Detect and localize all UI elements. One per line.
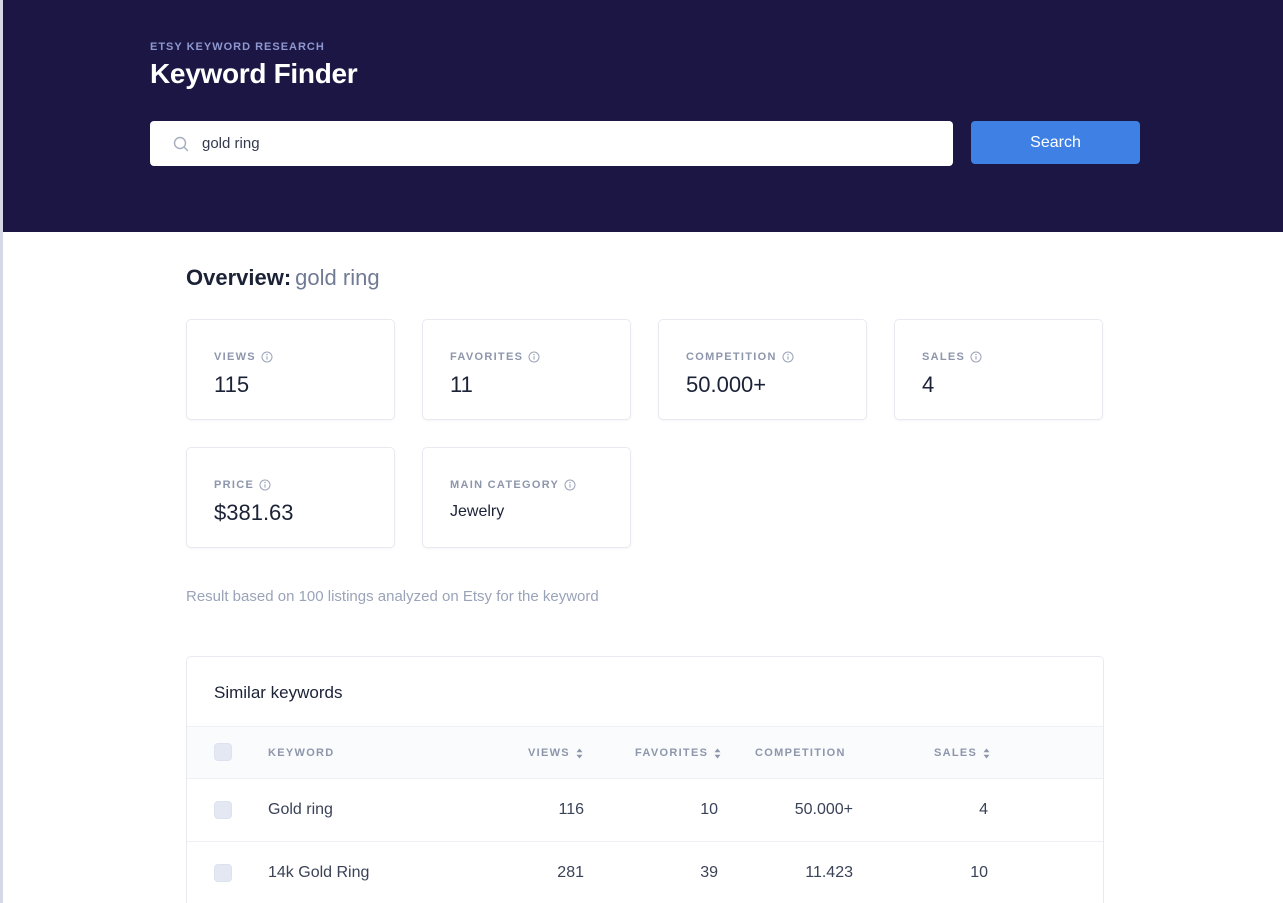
table-row[interactable]: 14k Gold Ring 281 39 11.423 10 [187,842,1103,903]
keyword-cell[interactable]: Gold ring [268,801,333,819]
row-checkbox[interactable] [214,801,232,819]
views-cell: 116 [558,801,584,818]
info-icon[interactable] [528,351,540,363]
favorites-cell: 39 [700,864,718,881]
search-input[interactable] [202,135,902,152]
eyebrow-label: ETSY KEYWORD RESEARCH [150,41,325,53]
sort-icon[interactable] [714,748,721,759]
info-icon[interactable] [970,351,982,363]
search-button[interactable]: Search [971,121,1140,164]
result-note: Result based on 100 listings analyzed on… [186,588,599,605]
competition-cell: 50.000+ [794,801,853,818]
stat-value-views: 115 [214,372,250,397]
stat-label-competition: COMPETITION [686,351,777,363]
stat-label-price: PRICE [214,479,255,491]
stat-value-sales: 4 [922,372,935,397]
stat-card-views: VIEWS 115 [186,319,395,420]
info-icon[interactable] [782,351,794,363]
stat-card-favorites: FAVORITES 11 [422,319,631,420]
overview-label: Overview: [186,265,292,290]
stat-label-views: VIEWS [214,351,256,363]
stat-label-favorites: FAVORITES [450,351,524,363]
search-box[interactable] [150,121,953,166]
row-checkbox[interactable] [214,864,232,882]
table-row[interactable]: Gold ring 116 10 50.000+ 4 [187,779,1103,842]
overview-heading: Overview: gold ring [186,265,380,291]
column-header-sales[interactable]: SALES [934,747,990,759]
stat-label-sales: SALES [922,351,966,363]
info-icon[interactable] [564,479,576,491]
header-banner: ETSY KEYWORD RESEARCH Keyword Finder Sea… [3,0,1283,232]
sort-icon[interactable] [983,748,990,759]
column-header-favorites[interactable]: FAVORITES [635,747,721,759]
sort-icon[interactable] [576,748,583,759]
views-cell: 281 [557,864,584,881]
column-header-keyword: KEYWORD [268,747,335,759]
table-header: KEYWORD VIEWS FAVORITES COMPETITION SALE… [187,726,1103,779]
search-icon [172,135,189,152]
select-all-checkbox[interactable] [214,743,232,761]
stat-card-price: PRICE $381.63 [186,447,395,548]
page-title: Keyword Finder [150,58,358,89]
stat-card-main-category: MAIN CATEGORY Jewelry [422,447,631,548]
column-header-competition: COMPETITION [755,747,846,759]
keyword-cell[interactable]: 14k Gold Ring [268,864,369,882]
column-header-views[interactable]: VIEWS [528,747,583,759]
stat-value-favorites: 11 [450,372,473,397]
sales-cell: 10 [970,864,988,881]
panel-title: Similar keywords [214,683,343,702]
stat-card-competition: COMPETITION 50.000+ [658,319,867,420]
stat-card-sales: SALES 4 [894,319,1103,420]
competition-cell: 11.423 [805,864,853,881]
stat-value-price: $381.63 [214,500,294,525]
similar-keywords-panel: Similar keywords KEYWORD VIEWS FAVORITES… [186,656,1104,903]
overview-keyword: gold ring [295,265,380,290]
sales-cell: 4 [979,801,988,818]
favorites-cell: 10 [700,801,718,818]
info-icon[interactable] [261,351,273,363]
stat-label-main-category: MAIN CATEGORY [450,479,560,491]
stat-value-main-category: Jewelry [450,503,505,520]
info-icon[interactable] [259,479,271,491]
stat-value-competition: 50.000+ [686,372,767,397]
